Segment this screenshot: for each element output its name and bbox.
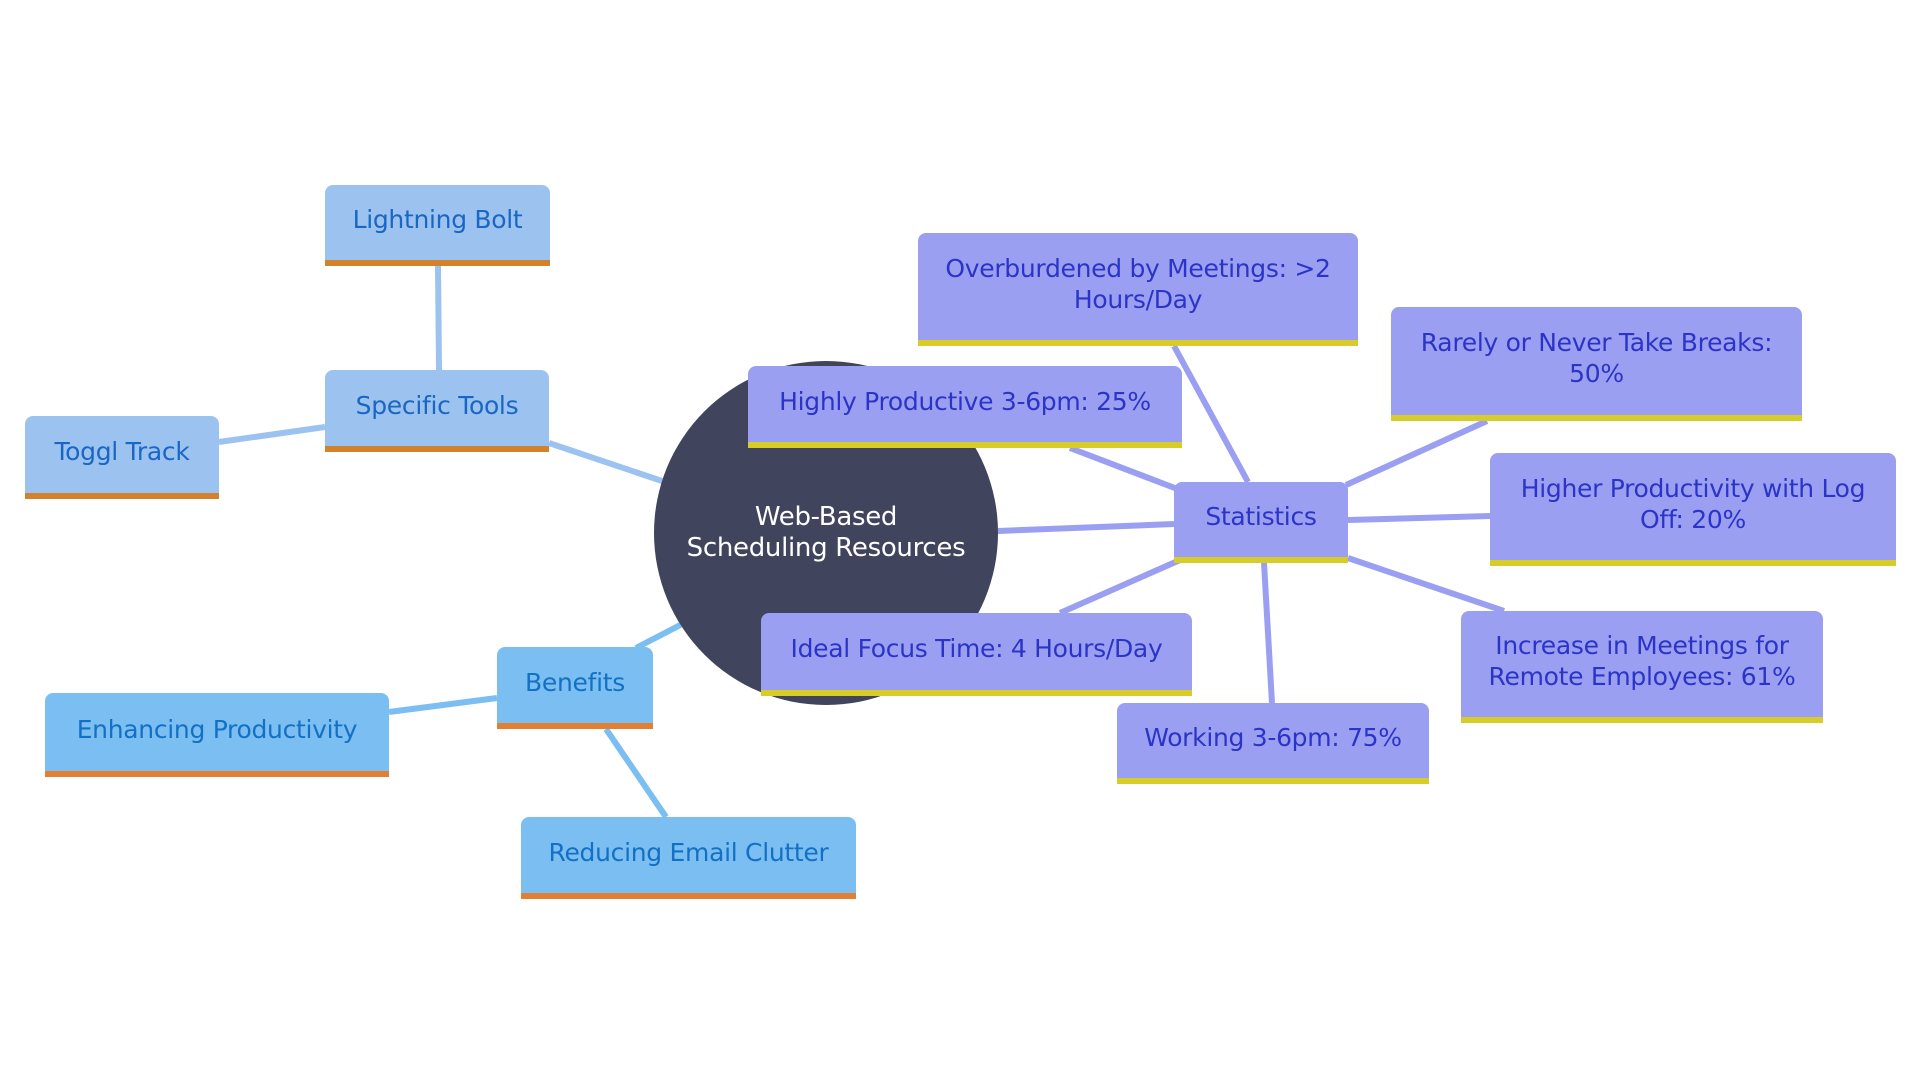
node-label: Highly Productive 3-6pm: 25% bbox=[779, 386, 1151, 416]
edge-root-statistics bbox=[997, 521, 1175, 534]
node-lightning-bolt[interactable]: Lightning Bolt bbox=[325, 185, 550, 266]
edge-benefits-enhancing bbox=[388, 695, 498, 715]
node-specific-tools[interactable]: Specific Tools bbox=[325, 370, 549, 452]
node-statistics[interactable]: Statistics bbox=[1174, 482, 1348, 563]
node-label: Toggl Track bbox=[54, 437, 190, 466]
node-label: Working 3-6pm: 75% bbox=[1144, 723, 1402, 752]
node-highly-productive[interactable]: Highly Productive 3-6pm: 25% bbox=[748, 366, 1182, 448]
node-higher-productivity-log-off[interactable]: Higher Productivity with Log Off: 20% bbox=[1490, 453, 1896, 566]
node-working-3-6pm[interactable]: Working 3-6pm: 75% bbox=[1117, 703, 1429, 784]
node-label: Reducing Email Clutter bbox=[548, 837, 829, 867]
edge-stats-highly bbox=[1068, 445, 1182, 493]
node-label: Overburdened by Meetings: >2 Hours/Day bbox=[945, 253, 1331, 314]
node-label: Higher Productivity with Log Off: 20% bbox=[1520, 473, 1866, 534]
root-label: Web-Based Scheduling Resources bbox=[686, 502, 966, 563]
edge-stats-increase bbox=[1347, 555, 1505, 614]
node-label: Benefits bbox=[525, 667, 625, 697]
edge-tools-toggl bbox=[218, 424, 326, 445]
edge-stats-working bbox=[1261, 562, 1275, 704]
edge-tools-lightning bbox=[435, 265, 442, 371]
edge-stats-ideal bbox=[1058, 557, 1182, 616]
node-label: Enhancing Productivity bbox=[76, 714, 358, 744]
node-toggl-track[interactable]: Toggl Track bbox=[25, 416, 219, 499]
node-label: Rarely or Never Take Breaks: 50% bbox=[1420, 328, 1773, 388]
edge-stats-rarely bbox=[1344, 418, 1489, 488]
node-ideal-focus-time[interactable]: Ideal Focus Time: 4 Hours/Day bbox=[761, 613, 1192, 696]
edge-stats-higher bbox=[1347, 513, 1491, 523]
node-label: Increase in Meetings for Remote Employee… bbox=[1488, 631, 1796, 691]
edge-benefits-reducing bbox=[603, 727, 669, 819]
node-benefits[interactable]: Benefits bbox=[497, 647, 653, 729]
edge-stats-overburdened bbox=[1171, 344, 1251, 484]
edge-root-benefits bbox=[634, 619, 688, 651]
node-label: Statistics bbox=[1205, 502, 1317, 531]
node-label: Lightning Bolt bbox=[352, 205, 523, 234]
node-reducing-email-clutter[interactable]: Reducing Email Clutter bbox=[521, 817, 856, 899]
node-overburdened-by-meetings[interactable]: Overburdened by Meetings: >2 Hours/Day bbox=[918, 233, 1358, 346]
edge-root-tools bbox=[548, 440, 666, 485]
node-increase-meetings-remote[interactable]: Increase in Meetings for Remote Employee… bbox=[1461, 611, 1823, 723]
node-rarely-take-breaks[interactable]: Rarely or Never Take Breaks: 50% bbox=[1391, 307, 1802, 421]
mindmap-canvas: Web-Based Scheduling Resources Specific … bbox=[0, 0, 1920, 1080]
node-label: Ideal Focus Time: 4 Hours/Day bbox=[790, 634, 1163, 663]
node-enhancing-productivity[interactable]: Enhancing Productivity bbox=[45, 693, 389, 777]
node-label: Specific Tools bbox=[355, 390, 519, 420]
